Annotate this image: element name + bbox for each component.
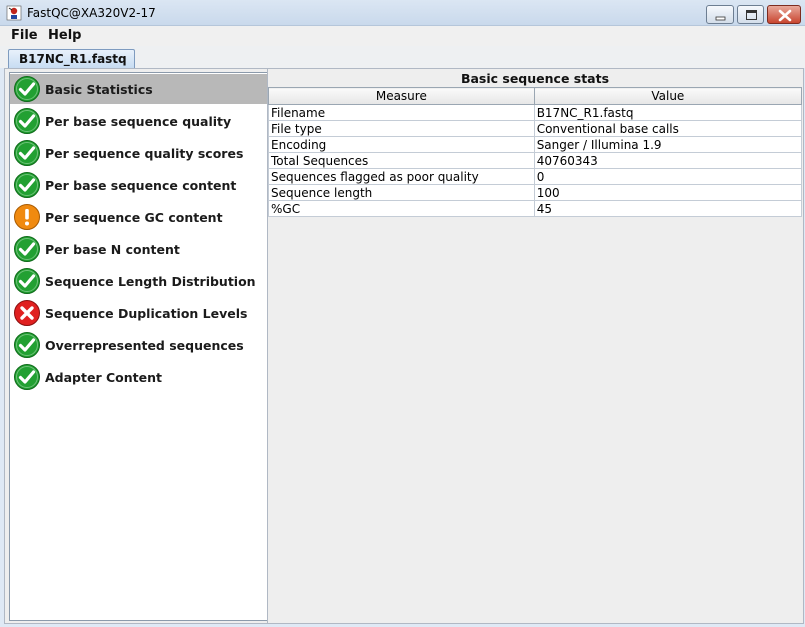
table-row[interactable]: Encoding Sanger / Illumina 1.9 <box>268 136 803 153</box>
module-item[interactable]: Per sequence GC content <box>10 202 268 232</box>
check-circle-icon <box>14 236 40 262</box>
value-cell: 45 <box>533 200 803 217</box>
module-label: Per sequence quality scores <box>45 146 244 161</box>
value-cell: 100 <box>533 184 803 201</box>
module-item[interactable]: Overrepresented sequences <box>10 330 268 360</box>
module-item[interactable]: Sequence Length Distribution <box>10 266 268 296</box>
module-item[interactable]: Per base N content <box>10 234 268 264</box>
panel-title: Basic sequence stats <box>460 71 610 86</box>
check-circle-icon <box>14 76 40 102</box>
module-item[interactable]: Per base sequence quality <box>10 106 268 136</box>
value-cell: Sanger / Illumina 1.9 <box>533 136 803 153</box>
module-item[interactable]: Per sequence quality scores <box>10 138 268 168</box>
measure-cell: Encoding <box>268 136 535 153</box>
module-item[interactable]: Per base sequence content <box>10 170 268 200</box>
check-circle-icon <box>14 332 40 358</box>
column-header-value[interactable]: Value <box>533 87 803 105</box>
module-item[interactable]: Adapter Content <box>10 362 268 392</box>
maximize-icon <box>746 10 757 20</box>
cross-circle-icon <box>14 300 40 326</box>
column-header-measure[interactable]: Measure <box>268 87 535 105</box>
module-label: Per base sequence quality <box>45 114 232 129</box>
value-cell: 40760343 <box>533 152 803 169</box>
result-panel: Basic sequence stats Measure Value Filen… <box>267 69 803 623</box>
table-row[interactable]: Filename B17NC_R1.fastq <box>268 104 803 121</box>
exclamation-circle-icon <box>14 204 40 230</box>
check-circle-icon <box>14 108 40 134</box>
title-bar: FastQC@XA320V2-17 <box>0 0 805 26</box>
table-row[interactable]: File type Conventional base calls <box>268 120 803 137</box>
stats-table: Measure Value Filename B17NC_R1.fastq File… <box>268 87 803 217</box>
minimize-button[interactable] <box>706 5 734 24</box>
table-row[interactable]: Total Sequences 40760343 <box>268 152 803 169</box>
measure-cell: Sequences flagged as poor quality <box>268 168 535 185</box>
measure-cell: Filename <box>268 104 535 121</box>
tab-file[interactable]: B17NC_R1.fastq <box>8 49 135 68</box>
module-label: Basic Statistics <box>45 82 153 97</box>
value-cell: Conventional base calls <box>533 120 803 137</box>
menu-bar: File Help <box>0 26 805 46</box>
measure-cell: %GC <box>268 200 535 217</box>
measure-cell: Sequence length <box>268 184 535 201</box>
menu-help[interactable]: Help <box>48 28 81 43</box>
maximize-button[interactable] <box>737 5 764 24</box>
menu-file[interactable]: File <box>11 28 38 43</box>
close-button[interactable] <box>767 5 801 24</box>
module-label: Adapter Content <box>45 370 162 385</box>
module-item[interactable]: Sequence Duplication Levels <box>10 298 268 328</box>
module-list: Basic Statistics Per base sequence qualit… <box>9 72 269 621</box>
value-cell: B17NC_R1.fastq <box>533 104 803 121</box>
module-label: Per base sequence content <box>45 178 237 193</box>
close-icon <box>778 9 792 22</box>
measure-cell: Total Sequences <box>268 152 535 169</box>
value-cell: 0 <box>533 168 803 185</box>
window-title: FastQC@XA320V2-17 <box>27 6 156 20</box>
module-label: Per base N content <box>45 242 180 257</box>
report-content: Basic Statistics Per base sequence qualit… <box>4 68 804 624</box>
module-label: Sequence Duplication Levels <box>45 306 248 321</box>
module-label: Per sequence GC content <box>45 210 223 225</box>
check-circle-icon <box>14 268 40 294</box>
check-circle-icon <box>14 364 40 390</box>
check-circle-icon <box>14 172 40 198</box>
table-row[interactable]: Sequence length 100 <box>268 184 803 201</box>
measure-cell: File type <box>268 120 535 137</box>
check-circle-icon <box>14 140 40 166</box>
module-item[interactable]: Basic Statistics <box>10 74 268 104</box>
fastqc-app-icon[interactable] <box>6 5 22 21</box>
module-label: Overrepresented sequences <box>45 338 244 353</box>
table-header-row: Measure Value <box>268 87 803 105</box>
module-label: Sequence Length Distribution <box>45 274 256 289</box>
stats-table-body: Filename B17NC_R1.fastq File type Conventio… <box>268 104 803 217</box>
minimize-icon <box>715 16 726 21</box>
table-row[interactable]: Sequences flagged as poor quality 0 <box>268 168 803 185</box>
file-tab-strip: B17NC_R1.fastq <box>0 46 805 68</box>
table-row[interactable]: %GC 45 <box>268 200 803 217</box>
